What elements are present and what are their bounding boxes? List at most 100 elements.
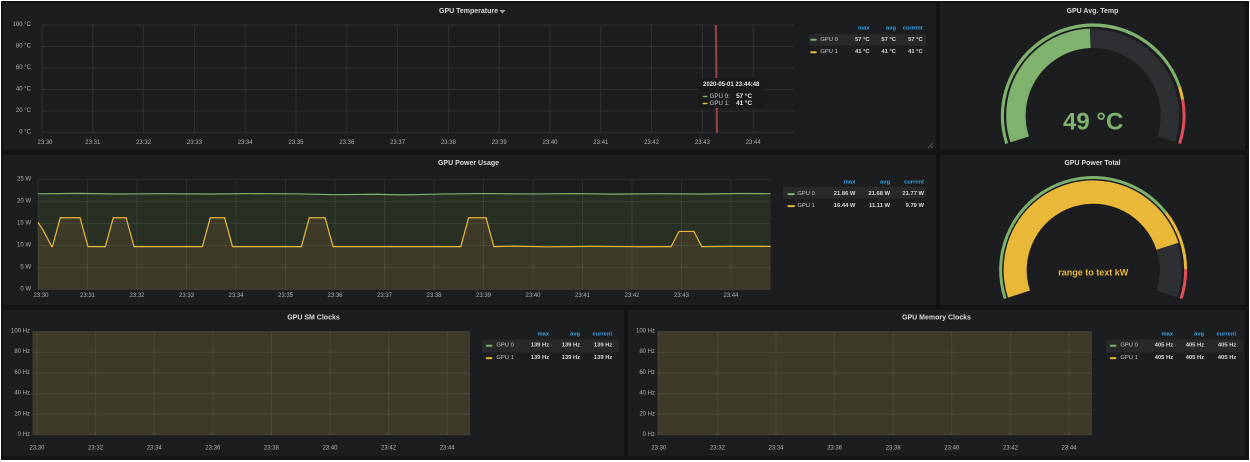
svg-text:139 Hz: 139 Hz	[562, 355, 580, 361]
svg-text:23:43: 23:43	[695, 140, 711, 146]
svg-text:9.79 W: 9.79 W	[906, 203, 925, 209]
svg-text:23:44: 23:44	[746, 140, 762, 146]
svg-text:range to text kW: range to text kW	[1058, 267, 1129, 277]
svg-text:15 W: 15 W	[17, 220, 31, 226]
svg-text:23:38: 23:38	[886, 445, 902, 451]
svg-text:49 °C: 49 °C	[1063, 109, 1123, 136]
svg-text:57 °C: 57 °C	[881, 37, 896, 43]
svg-text:GPU 1:: GPU 1:	[710, 100, 731, 107]
svg-text:40 °C: 40 °C	[16, 87, 32, 93]
svg-text:23:31: 23:31	[85, 140, 101, 146]
svg-text:avg: avg	[880, 179, 890, 185]
svg-text:current: current	[904, 179, 924, 185]
svg-text:23:39: 23:39	[476, 293, 492, 299]
svg-text:23:30: 23:30	[37, 140, 53, 146]
svg-text:100 Hz: 100 Hz	[636, 328, 655, 334]
svg-text:current: current	[1216, 331, 1236, 337]
svg-text:GPU Power Usage: GPU Power Usage	[438, 159, 499, 166]
svg-text:21.77 W: 21.77 W	[902, 191, 924, 197]
svg-text:139 Hz: 139 Hz	[594, 342, 612, 348]
svg-text:23:40: 23:40	[322, 445, 338, 451]
svg-text:41 °C: 41 °C	[908, 49, 923, 55]
svg-text:21.68 W: 21.68 W	[868, 191, 890, 197]
svg-text:60 Hz: 60 Hz	[14, 369, 30, 375]
svg-text:23:32: 23:32	[136, 140, 152, 146]
svg-text:20 Hz: 20 Hz	[14, 411, 30, 417]
svg-text:10 W: 10 W	[17, 242, 31, 248]
svg-text:23:40: 23:40	[944, 445, 960, 451]
svg-text:23:42: 23:42	[624, 293, 640, 299]
svg-text:max: max	[537, 331, 549, 337]
svg-text:23:44: 23:44	[723, 293, 739, 299]
svg-text:current: current	[903, 26, 923, 32]
svg-text:60 °C: 60 °C	[16, 65, 32, 71]
svg-text:21.86 W: 21.86 W	[834, 191, 856, 197]
svg-text:23:30: 23:30	[33, 293, 49, 299]
svg-text:40 Hz: 40 Hz	[639, 390, 655, 396]
svg-text:41 °C: 41 °C	[855, 49, 870, 55]
svg-text:max: max	[858, 26, 870, 32]
svg-text:80 Hz: 80 Hz	[639, 349, 655, 355]
svg-text:23:32: 23:32	[129, 293, 145, 299]
svg-text:11.11 W: 11.11 W	[869, 203, 890, 209]
svg-text:23:31: 23:31	[80, 293, 96, 299]
svg-text:23:34: 23:34	[238, 140, 254, 146]
svg-text:current: current	[592, 331, 612, 337]
svg-text:23:34: 23:34	[228, 293, 244, 299]
svg-text:405 Hz: 405 Hz	[1186, 355, 1204, 361]
svg-text:23:39: 23:39	[492, 140, 508, 146]
svg-text:0 °C: 0 °C	[19, 130, 31, 136]
svg-text:2020-05-01 23:44:48: 2020-05-01 23:44:48	[703, 82, 760, 88]
svg-text:80 Hz: 80 Hz	[14, 349, 30, 355]
svg-text:23:33: 23:33	[187, 140, 203, 146]
svg-text:GPU Memory Clocks: GPU Memory Clocks	[902, 314, 971, 321]
svg-text:60 Hz: 60 Hz	[639, 369, 655, 375]
svg-text:0 W: 0 W	[20, 286, 31, 292]
svg-text:23:30: 23:30	[651, 445, 667, 451]
svg-text:41 °C: 41 °C	[736, 99, 752, 107]
svg-text:GPU 1: GPU 1	[797, 203, 814, 209]
svg-text:23:36: 23:36	[339, 140, 355, 146]
svg-text:GPU 1: GPU 1	[1120, 355, 1137, 361]
svg-text:405 Hz: 405 Hz	[1155, 355, 1173, 361]
svg-text:25 W: 25 W	[17, 176, 31, 182]
svg-text:23:36: 23:36	[827, 445, 843, 451]
svg-text:avg: avg	[570, 331, 580, 337]
svg-text:GPU 0: GPU 0	[1120, 342, 1137, 348]
svg-text:23:32: 23:32	[88, 445, 104, 451]
svg-text:max: max	[1161, 331, 1173, 337]
svg-text:23:37: 23:37	[377, 293, 393, 299]
svg-text:GPU 0: GPU 0	[820, 37, 837, 43]
svg-text:23:36: 23:36	[205, 445, 221, 451]
svg-text:23:43: 23:43	[674, 293, 690, 299]
svg-text:avg: avg	[1194, 331, 1204, 337]
svg-text:139 Hz: 139 Hz	[531, 342, 549, 348]
svg-text:23:40: 23:40	[525, 293, 541, 299]
svg-text:GPU Temperature: GPU Temperature	[439, 8, 498, 15]
svg-text:23:34: 23:34	[147, 445, 163, 451]
svg-text:max: max	[844, 179, 856, 185]
svg-text:23:38: 23:38	[426, 293, 442, 299]
svg-text:139 Hz: 139 Hz	[562, 342, 580, 348]
svg-text:GPU 1: GPU 1	[820, 49, 837, 55]
svg-text:0 Hz: 0 Hz	[18, 432, 30, 438]
svg-text:0 Hz: 0 Hz	[643, 432, 655, 438]
svg-text:GPU 0: GPU 0	[797, 191, 814, 197]
svg-text:GPU 0:: GPU 0:	[710, 93, 731, 100]
svg-text:100 Hz: 100 Hz	[11, 328, 30, 334]
svg-text:GPU 1: GPU 1	[496, 355, 513, 361]
svg-text:23:36: 23:36	[327, 293, 343, 299]
svg-text:avg: avg	[886, 26, 896, 32]
svg-text:80 °C: 80 °C	[16, 44, 32, 50]
svg-text:23:35: 23:35	[278, 293, 294, 299]
svg-text:405 Hz: 405 Hz	[1186, 342, 1204, 348]
svg-text:23:38: 23:38	[264, 445, 280, 451]
svg-text:23:33: 23:33	[179, 293, 195, 299]
svg-text:20 °C: 20 °C	[16, 108, 32, 114]
svg-text:23:44: 23:44	[1061, 445, 1077, 451]
svg-text:23:40: 23:40	[542, 140, 558, 146]
svg-text:57 °C: 57 °C	[908, 37, 923, 43]
svg-text:40 Hz: 40 Hz	[14, 390, 30, 396]
svg-text:23:42: 23:42	[381, 445, 397, 451]
svg-text:20 W: 20 W	[17, 198, 31, 204]
